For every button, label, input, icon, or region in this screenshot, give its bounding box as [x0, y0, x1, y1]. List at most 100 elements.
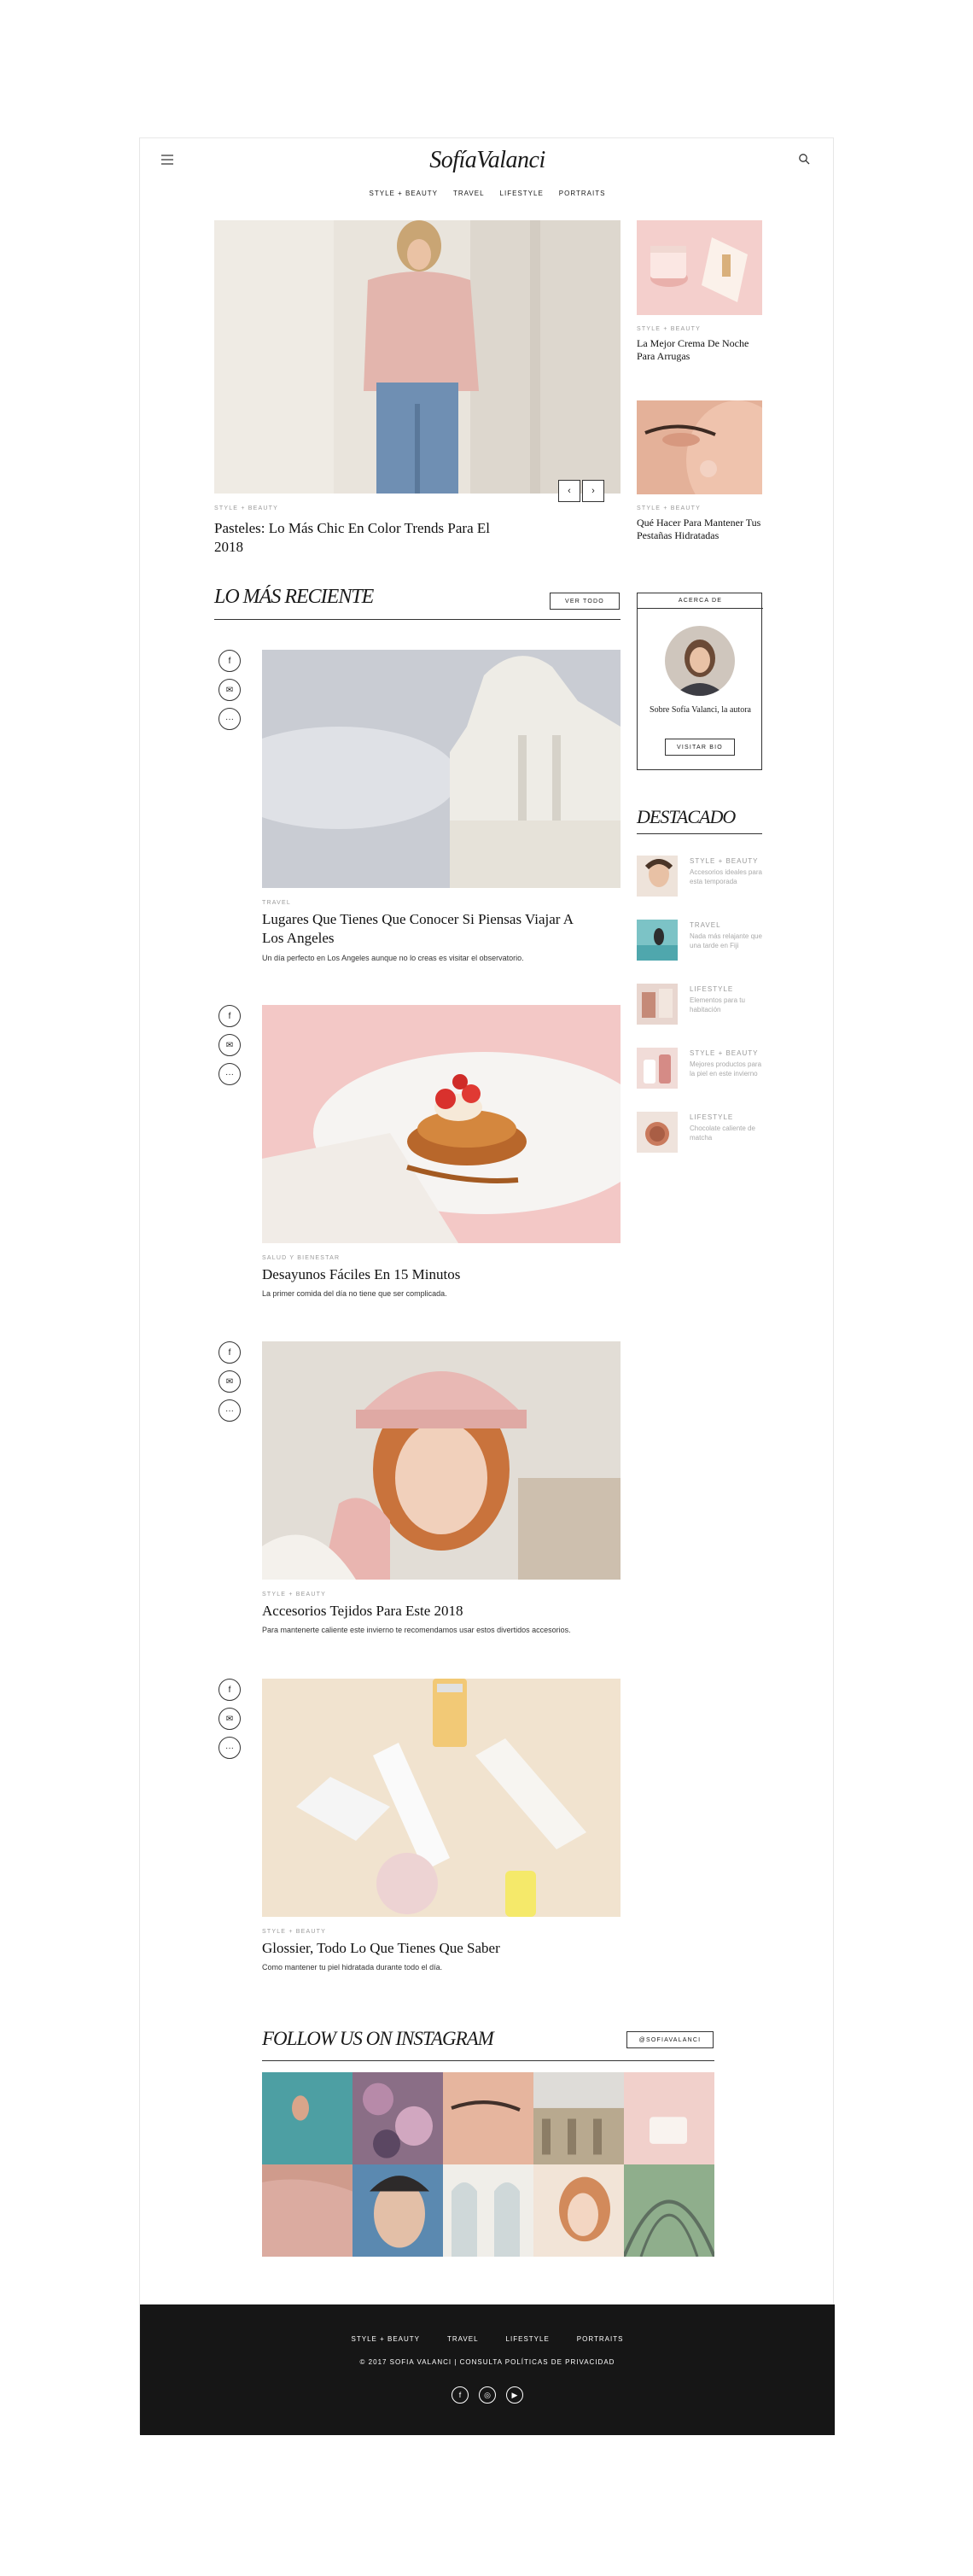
hero-category: STYLE + BEAUTY [214, 505, 278, 511]
hero-next-button[interactable]: › [582, 480, 604, 502]
post-title[interactable]: Accesorios Tejidos Para Este 2018 [262, 1602, 621, 1621]
footer: STYLE + BEAUTY TRAVEL LIFESTYLE PORTRAIT… [140, 2304, 835, 2435]
share-email-icon[interactable]: ✉ [218, 679, 241, 701]
instagram-photo[interactable] [533, 2164, 624, 2257]
post-excerpt: Como mantener tu piel hidratada durante … [262, 1963, 443, 1971]
post-image[interactable] [262, 1005, 621, 1243]
instagram-photo[interactable] [262, 2072, 352, 2164]
share-email-icon[interactable]: ✉ [218, 1370, 241, 1393]
instagram-photo[interactable] [624, 2072, 714, 2164]
author-avatar[interactable] [665, 626, 735, 696]
share-facebook-icon[interactable]: f [218, 1679, 241, 1701]
nav-lifestyle[interactable]: LIFESTYLE [500, 190, 544, 197]
featured-item[interactable]: LIFESTYLE Elementos para tu habitación [637, 984, 762, 1026]
hero-prev-button[interactable]: ‹ [558, 480, 580, 502]
instagram-handle-button[interactable]: @SOFIAVALANCI [626, 2031, 714, 2048]
post-image[interactable] [262, 1341, 621, 1580]
featured-divider [637, 833, 762, 834]
post-title[interactable]: Desayunos Fáciles En 15 Minutos [262, 1265, 621, 1284]
share-facebook-icon[interactable]: f [218, 650, 241, 672]
post-category: SALUD Y BIENESTAR [262, 1255, 341, 1261]
facebook-icon[interactable]: f [452, 2386, 469, 2404]
footer-nav-style-beauty[interactable]: STYLE + BEAUTY [352, 2335, 420, 2343]
post-excerpt: Para mantenerte caliente este invierno t… [262, 1626, 571, 1634]
main-nav: STYLE + BEAUTY TRAVEL LIFESTYLE PORTRAIT… [140, 190, 835, 197]
footer-nav-lifestyle[interactable]: LIFESTYLE [506, 2335, 550, 2343]
featured-category: STYLE + BEAUTY [690, 857, 759, 865]
side-post-category: STYLE + BEAUTY [637, 326, 701, 332]
share-more-icon[interactable]: ··· [218, 1063, 241, 1085]
about-box: ACERCA DE Sobre Sofía Valanci, la autora… [637, 593, 763, 770]
post-category: STYLE + BEAUTY [262, 1929, 326, 1935]
side-post-title[interactable]: Qué Hacer Para Mantener Tus Pestañas Hid… [637, 517, 765, 542]
post-category: STYLE + BEAUTY [262, 1592, 326, 1598]
side-post-title[interactable]: La Mejor Crema De Noche Para Arrugas [637, 337, 765, 363]
post-excerpt: La primer comida del día no tiene que se… [262, 1289, 447, 1298]
side-post-category: STYLE + BEAUTY [637, 505, 701, 511]
view-all-button[interactable]: VER TODO [550, 593, 620, 610]
post-title[interactable]: Lugares Que Tienes Que Conocer Si Piensa… [262, 910, 586, 948]
post-title[interactable]: Glossier, Todo Lo Que Tienes Que Saber [262, 1939, 621, 1958]
featured-item[interactable]: TRAVEL Nada más relajante que una tarde … [637, 920, 762, 962]
share-more-icon[interactable]: ··· [218, 1399, 241, 1422]
share-more-icon[interactable]: ··· [218, 1737, 241, 1759]
side-post-image[interactable] [637, 220, 762, 315]
featured-thumb [637, 984, 678, 1025]
instagram-icon[interactable]: ◎ [479, 2386, 496, 2404]
site-logo[interactable]: SofíaValanci [140, 147, 835, 174]
post-category: TRAVEL [262, 900, 291, 906]
featured-category: LIFESTYLE [690, 1113, 734, 1121]
recent-section-title: LO MÁS RECIENTE [214, 586, 374, 608]
visit-bio-button[interactable]: VISITAR BIO [665, 739, 735, 756]
featured-text: Accesorios ideales para esta temporada [690, 868, 762, 885]
instagram-photo[interactable] [352, 2072, 443, 2164]
instagram-photo[interactable] [533, 2072, 624, 2164]
about-text: Sobre Sofía Valanci, la autora [650, 705, 751, 715]
share-more-icon[interactable]: ··· [218, 708, 241, 730]
featured-thumb [637, 1048, 678, 1089]
hero-image[interactable] [214, 220, 621, 494]
featured-text: Mejores productos para la piel en este i… [690, 1060, 762, 1078]
footer-nav: STYLE + BEAUTY TRAVEL LIFESTYLE PORTRAIT… [140, 2335, 835, 2343]
instagram-photo[interactable] [622, 2164, 716, 2258]
instagram-photo[interactable] [352, 2164, 443, 2257]
featured-item[interactable]: STYLE + BEAUTY Mejores productos para la… [637, 1048, 762, 1090]
footer-nav-portraits[interactable]: PORTRAITS [577, 2335, 624, 2343]
share-facebook-icon[interactable]: f [218, 1341, 241, 1364]
youtube-icon[interactable]: ▶ [506, 2386, 523, 2404]
instagram-photo[interactable] [443, 2164, 533, 2257]
post-image[interactable] [262, 650, 621, 888]
instagram-photo[interactable] [262, 2164, 352, 2257]
search-icon[interactable] [798, 153, 810, 165]
featured-thumb [637, 920, 678, 961]
featured-text: Chocolate caliente de matcha [690, 1124, 755, 1142]
instagram-section-title: FOLLOW US ON INSTAGRAM [262, 2028, 494, 2049]
featured-thumb [637, 1112, 678, 1153]
featured-thumb [637, 856, 678, 897]
post-image[interactable] [262, 1679, 621, 1917]
share-email-icon[interactable]: ✉ [218, 1708, 241, 1730]
nav-style-beauty[interactable]: STYLE + BEAUTY [370, 190, 438, 197]
featured-item[interactable]: STYLE + BEAUTY Accesorios ideales para e… [637, 856, 762, 898]
featured-section-title: DESTACADO [637, 806, 736, 827]
instagram-grid [262, 2072, 716, 2258]
instagram-photo[interactable] [443, 2072, 533, 2164]
featured-category: STYLE + BEAUTY [690, 1049, 759, 1057]
footer-nav-travel[interactable]: TRAVEL [447, 2335, 479, 2343]
featured-text: Elementos para tu habitación [690, 996, 745, 1013]
featured-text: Nada más relajante que una tarde en Fiji [690, 932, 762, 949]
share-facebook-icon[interactable]: f [218, 1005, 241, 1027]
featured-item[interactable]: LIFESTYLE Chocolate caliente de matcha [637, 1112, 762, 1154]
nav-portraits[interactable]: PORTRAITS [559, 190, 606, 197]
featured-category: TRAVEL [690, 921, 721, 929]
page: SofíaValanci STYLE + BEAUTY TRAVEL LIFES… [139, 137, 835, 2435]
nav-travel[interactable]: TRAVEL [453, 190, 485, 197]
side-post-image[interactable] [637, 400, 762, 494]
footer-copyright[interactable]: © 2017 SOFIA VALANCI | CONSULTA POLÍTICA… [140, 2358, 835, 2366]
post-excerpt: Un día perfecto en Los Angeles aunque no… [262, 954, 524, 962]
hero-title[interactable]: Pasteles: Lo Más Chic En Color Trends Pa… [214, 519, 496, 557]
share-email-icon[interactable]: ✉ [218, 1034, 241, 1056]
instagram-divider [262, 2060, 714, 2061]
about-header: ACERCA DE [638, 593, 763, 609]
footer-social: f ◎ ▶ [140, 2386, 835, 2404]
